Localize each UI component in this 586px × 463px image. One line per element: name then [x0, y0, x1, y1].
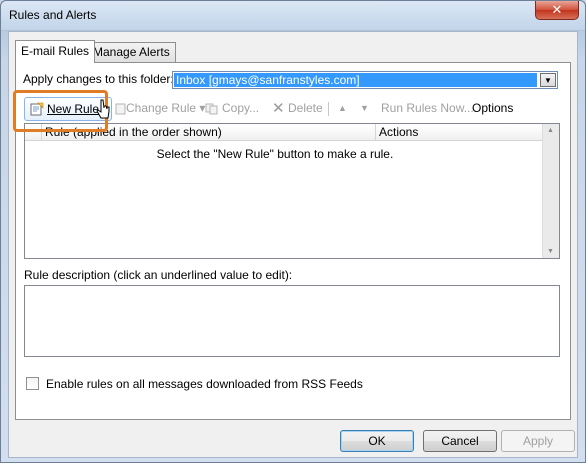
chevron-down-icon[interactable]: ▼	[540, 73, 556, 87]
scroll-up-icon[interactable]: ▲	[547, 127, 554, 134]
rules-list[interactable]: Rule (applied in the order shown) Action…	[24, 123, 560, 259]
rule-column-header[interactable]: Rule (applied in the order shown)	[42, 124, 376, 141]
rss-rules-label: Enable rules on all messages downloaded …	[46, 377, 363, 391]
change-rule-button[interactable]: Change Rule ▾	[126, 101, 205, 115]
rules-and-alerts-dialog: Rules and Alerts ✕ E-mail Rules Manage A…	[0, 0, 586, 463]
folder-label: Apply changes to this folder:	[23, 72, 174, 86]
delete-icon: ✕	[272, 100, 285, 117]
rule-description-box[interactable]	[24, 285, 560, 357]
toolbar-separator	[328, 102, 329, 116]
move-up-icon[interactable]: ▲	[338, 103, 347, 113]
apply-button[interactable]: Apply	[501, 430, 575, 452]
tab-email-rules[interactable]: E-mail Rules	[15, 40, 96, 63]
rules-check-column	[25, 124, 42, 141]
rss-rules-checkbox[interactable]	[26, 377, 39, 390]
scroll-down-icon[interactable]: ▼	[547, 248, 554, 255]
folder-select-value: Inbox [gmays@sanfranstyles.com]	[174, 73, 537, 87]
rule-description-label: Rule description (click an underlined va…	[24, 268, 293, 282]
window-title: Rules and Alerts	[9, 8, 97, 22]
cancel-button[interactable]: Cancel	[423, 430, 497, 452]
tab-manage-alerts[interactable]: Manage Alerts	[87, 42, 176, 62]
options-button[interactable]: Options	[472, 101, 513, 115]
close-button[interactable]: ✕	[535, 1, 579, 20]
actions-column-header[interactable]: Actions	[376, 124, 544, 141]
ok-button[interactable]: OK	[340, 430, 414, 452]
folder-select[interactable]: Inbox [gmays@sanfranstyles.com] ▼	[172, 71, 558, 89]
new-rule-icon	[30, 102, 44, 116]
dialog-body: E-mail Rules Manage Alerts Apply changes…	[8, 31, 578, 458]
title-bar: Rules and Alerts ✕	[1, 1, 585, 31]
rules-scrollbar[interactable]: ▲ ▼	[542, 124, 559, 258]
change-rule-label: Change Rule	[126, 101, 197, 115]
close-icon: ✕	[551, 2, 563, 17]
copy-button[interactable]: Copy...	[222, 101, 259, 115]
copy-icon	[205, 103, 218, 115]
move-down-icon[interactable]: ▼	[360, 103, 369, 113]
mouse-cursor-icon	[96, 99, 110, 119]
run-rules-now-button[interactable]: Run Rules Now...	[381, 101, 474, 115]
delete-button[interactable]: Delete	[288, 101, 323, 115]
empty-rules-message: Select the "New Rule" button to make a r…	[156, 147, 394, 161]
